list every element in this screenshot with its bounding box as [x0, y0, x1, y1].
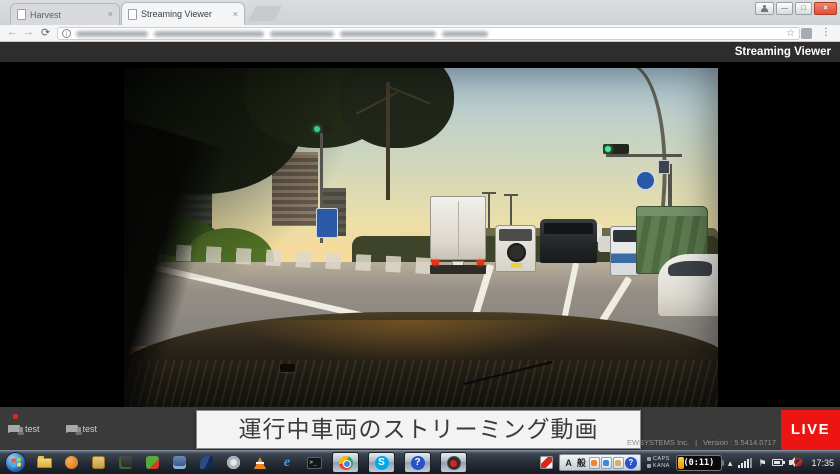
alert-indicator-icon	[13, 414, 18, 419]
tab-close-icon[interactable]: ×	[233, 10, 238, 19]
vehicle-label: test	[83, 424, 98, 434]
taskbar-left: e >_ S ?	[0, 452, 540, 473]
browser-menu-icon[interactable]: ⋮	[821, 27, 831, 38]
page-title: Streaming Viewer	[0, 42, 840, 62]
video-stream[interactable]	[124, 68, 718, 407]
ime-dictionary-icon[interactable]	[613, 457, 624, 469]
stream-caption: 運行中車両のストリーミング動画	[196, 410, 641, 449]
vehicle-item[interactable]: test	[66, 424, 98, 434]
ime-toolbar: A 般 ?	[559, 454, 641, 471]
browser-tabstrip: Harvest × Streaming Viewer × — □ ×	[0, 0, 840, 25]
tray-app-icon[interactable]	[540, 456, 553, 469]
tab-close-icon[interactable]: ×	[108, 10, 113, 19]
page-icon	[17, 9, 26, 20]
vehicle-icon	[66, 425, 78, 433]
taskbar-clock[interactable]: 17:35	[808, 458, 834, 468]
info-icon[interactable]: i	[62, 29, 71, 38]
refresh-icon[interactable]: ⟳	[41, 26, 50, 39]
bookmark-star-icon[interactable]: ☆	[786, 28, 795, 39]
map-app-icon[interactable]	[143, 455, 161, 471]
maximize-button[interactable]: □	[795, 2, 812, 15]
vehicle-label: test	[25, 424, 40, 434]
live-badge: LIVE	[781, 410, 840, 450]
internet-explorer-icon[interactable]: e	[278, 455, 296, 471]
minimize-button[interactable]: —	[776, 2, 793, 15]
ime-input-mode[interactable]: A	[563, 458, 574, 468]
footer-bar: test test 運行中車両のストリーミング動画 EWSYSTEMS Inc.…	[0, 407, 840, 450]
skype-icon: S	[375, 456, 389, 470]
tab-streaming-viewer[interactable]: Streaming Viewer ×	[121, 2, 245, 25]
show-hidden-icons[interactable]: ▴	[728, 458, 733, 468]
tab-label: Harvest	[30, 10, 104, 20]
browser-toolbar: ← → ⟳ i ☆ ⋮	[0, 25, 840, 42]
url-redacted	[76, 31, 781, 37]
skype-task-button[interactable]: S	[368, 452, 395, 473]
help-task-button[interactable]: ?	[404, 452, 431, 473]
help-icon: ?	[411, 456, 425, 470]
close-button[interactable]: ×	[814, 2, 837, 15]
volume-muted-icon[interactable]	[789, 457, 802, 469]
battery-meter[interactable]: (0:11)	[676, 455, 722, 471]
lens-vignette	[124, 68, 718, 407]
window-controls: — □ ×	[755, 2, 837, 15]
new-tab-button[interactable]	[248, 6, 282, 21]
gps-app-icon[interactable]	[116, 455, 134, 471]
tab-harvest[interactable]: Harvest ×	[10, 3, 120, 25]
blue-app-icon[interactable]	[170, 455, 188, 471]
fin-app-icon[interactable]	[197, 455, 215, 471]
tab-label: Streaming Viewer	[141, 9, 229, 19]
photo-app-icon[interactable]	[89, 455, 107, 471]
version-text: EWSYSTEMS Inc. | Version : 5.5414.0717	[627, 438, 776, 447]
ime-help-icon[interactable]: ?	[625, 457, 637, 469]
ime-pad-icon[interactable]	[601, 457, 612, 469]
profile-button[interactable]	[755, 2, 774, 15]
chrome-task-button[interactable]	[332, 452, 359, 473]
action-center-flag-icon[interactable]: ⚑	[758, 458, 766, 468]
start-button-icon[interactable]	[5, 452, 26, 473]
page-icon	[128, 9, 137, 20]
desktop-screen: Harvest × Streaming Viewer × — □ × ← → ⟳…	[0, 0, 840, 474]
media-app-icon[interactable]	[62, 455, 80, 471]
explorer-icon[interactable]	[35, 455, 53, 471]
vlc-icon[interactable]	[251, 455, 269, 471]
taskbar: e >_ S ? A 般 ? CAPS KANA (0:11)	[0, 450, 840, 474]
vehicle-item[interactable]: test	[8, 424, 40, 434]
network-icon[interactable]	[738, 458, 752, 468]
command-prompt-icon[interactable]: >_	[305, 455, 323, 471]
media-player-icon	[447, 456, 461, 470]
caps-kana-indicator: CAPS KANA	[647, 456, 670, 469]
extension-icon[interactable]	[801, 28, 812, 39]
back-icon[interactable]: ←	[7, 26, 18, 38]
system-tray: A 般 ? CAPS KANA (0:11) ▴ ⚑	[540, 454, 840, 471]
vehicle-icon	[8, 425, 20, 433]
ime-conversion-mode[interactable]: 般	[575, 456, 588, 469]
person-icon	[761, 5, 768, 12]
ime-tools-icon[interactable]	[589, 457, 600, 469]
vehicle-list: test test	[8, 424, 97, 434]
address-bar[interactable]: i ☆	[57, 27, 800, 40]
media-task-button[interactable]	[440, 452, 467, 473]
battery-tray-icon[interactable]	[772, 459, 783, 466]
chrome-icon	[339, 456, 353, 470]
forward-icon[interactable]: →	[23, 26, 34, 38]
ring-app-icon[interactable]	[224, 455, 242, 471]
